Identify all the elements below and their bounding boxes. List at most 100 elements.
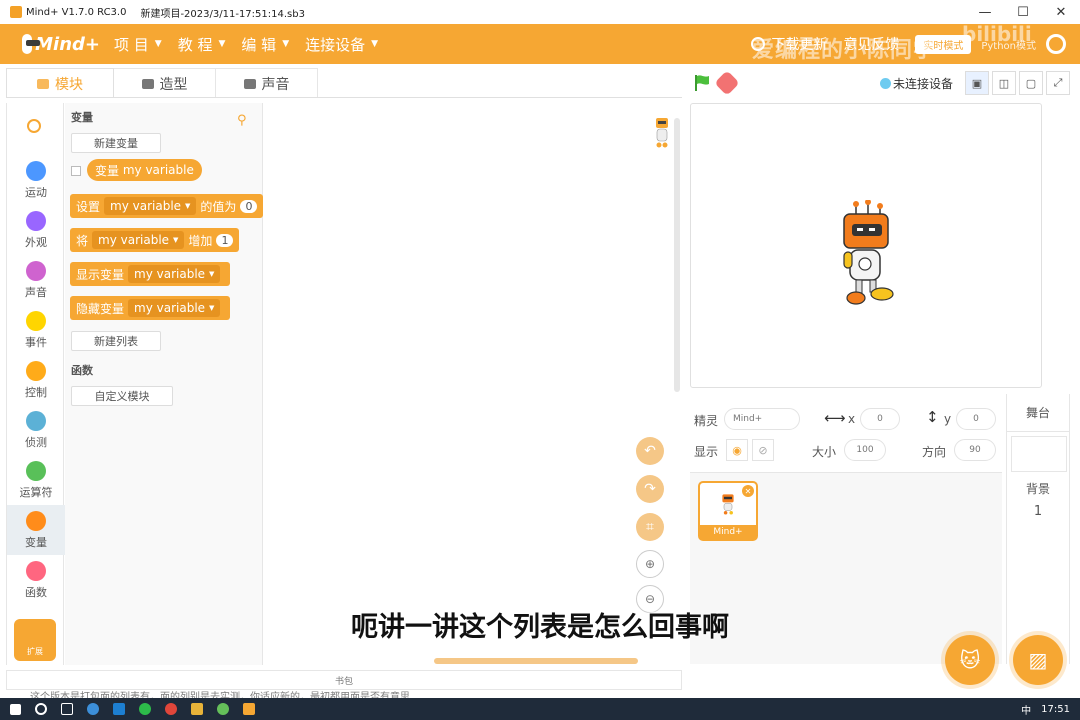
delete-sprite-icon[interactable]: ✕ (742, 485, 754, 497)
search-icon[interactable] (35, 703, 47, 715)
script-vertical-scrollbar[interactable] (674, 118, 680, 392)
menu-edit-label: 编 辑 (241, 35, 277, 54)
connection-status: 未连接设备 (880, 75, 953, 92)
new-variable-button[interactable]: 新建变量 (71, 133, 161, 153)
sprite-thumbnail-icon (722, 494, 734, 515)
menu-project[interactable]: 项 目 ▼ (114, 34, 162, 55)
tab-sounds[interactable]: 声音 (216, 68, 318, 98)
value-input[interactable]: 0 (240, 199, 258, 213)
green-flag-icon[interactable] (693, 74, 711, 92)
mindplus-taskbar-icon[interactable] (243, 703, 255, 715)
editor-tabs: 模块 造型 声音 (6, 68, 318, 98)
caret-down-icon: ▼ (154, 39, 162, 49)
layout-large-stage-icon[interactable]: ▢ (1019, 71, 1043, 95)
palette-section-variables: 变量 (71, 111, 93, 124)
tab-costumes[interactable]: 造型 (114, 68, 216, 98)
category-variables[interactable]: 变量 (7, 505, 65, 555)
sprite-name-label: 精灵 (694, 414, 719, 428)
variable-dropdown[interactable]: my variable ▼ (128, 299, 221, 317)
new-list-button[interactable]: 新建列表 (71, 331, 161, 351)
vertical-arrow-icon: ↕ (926, 408, 939, 426)
undo-icon[interactable]: ↶ (636, 437, 664, 465)
x-input[interactable]: 0 (860, 408, 900, 430)
change-variable-block[interactable]: 将 my variable ▼ 增加 1 (70, 228, 240, 252)
sprite-thumbnail-name: Mind+ (700, 525, 756, 539)
script-area[interactable] (264, 103, 682, 665)
fullscreen-icon[interactable]: ⤢ (1046, 71, 1070, 95)
tab-sounds-label: 声音 (261, 76, 290, 93)
crop-icon[interactable]: ⌗ (636, 513, 664, 541)
y-input[interactable]: 0 (956, 408, 996, 430)
stage-layout-buttons: ▣ ◫ ▢ ⤢ (962, 71, 1070, 95)
variable-dropdown[interactable]: my variable ▼ (104, 197, 197, 215)
search-icon[interactable] (27, 119, 41, 133)
category-operators[interactable]: 运算符 (7, 455, 65, 505)
reporter-var-name: my variable (122, 163, 194, 177)
show-sprite-eye-icon[interactable]: ◉ (726, 439, 748, 461)
tray-clock[interactable]: 17:51 (1041, 704, 1070, 715)
category-events[interactable]: 事件 (7, 305, 65, 355)
file-explorer-icon[interactable] (191, 703, 203, 715)
edge-icon[interactable] (113, 703, 125, 715)
pin-icon[interactable]: ⚲ (237, 113, 249, 128)
menu-connect-device[interactable]: 连接设备 ▼ (305, 34, 378, 55)
category-dot-icon (26, 311, 46, 331)
layout-small-stage-icon[interactable]: ▣ (965, 71, 989, 95)
zoom-in-icon[interactable]: ⊕ (636, 550, 664, 578)
variable-dropdown[interactable]: my variable ▼ (128, 265, 221, 283)
windows-taskbar: 中 17:51 (0, 698, 1080, 720)
layout-normal-stage-icon[interactable]: ◫ (992, 71, 1016, 95)
custom-block-button[interactable]: 自定义模块 (71, 386, 173, 406)
wechat-icon[interactable] (139, 703, 151, 715)
script-horizontal-scrollbar[interactable] (434, 658, 638, 664)
sprite-thumbnail[interactable]: ✕ Mind+ (698, 481, 758, 541)
variable-monitor-checkbox[interactable] (71, 166, 81, 176)
category-label: 运算符 (19, 486, 53, 499)
system-tray: 中 17:51 (1011, 698, 1070, 720)
backpack-bar[interactable]: 书包 (6, 670, 682, 690)
category-dot-icon (26, 461, 46, 481)
stage-thumbnail[interactable] (1011, 436, 1067, 472)
change-block-middle: 增加 (188, 233, 213, 248)
redo-icon[interactable]: ↷ (636, 475, 664, 503)
category-control[interactable]: 控制 (7, 355, 65, 405)
tab-blocks[interactable]: 模块 (6, 68, 114, 98)
sprite-name-input[interactable]: Mind+ (724, 408, 800, 430)
close-button[interactable]: ✕ (1042, 0, 1080, 24)
mindplus-robot-sprite[interactable] (838, 200, 896, 306)
category-looks[interactable]: 外观 (7, 205, 65, 255)
category-motion[interactable]: 运动 (7, 155, 65, 205)
app-icon[interactable] (217, 703, 229, 715)
robot-logo-icon (22, 34, 41, 54)
chrome-icon[interactable] (165, 703, 177, 715)
size-input[interactable]: 100 (844, 439, 886, 461)
gear-icon[interactable] (1046, 34, 1066, 54)
hide-sprite-eye-icon[interactable]: ⊘ (752, 439, 774, 461)
hide-variable-block[interactable]: 隐藏变量 my variable ▼ (70, 296, 231, 320)
logo-text: Mind+ (35, 33, 100, 55)
tabs-divider (6, 97, 682, 98)
tray-ime[interactable]: 中 (1021, 702, 1031, 717)
variable-dropdown[interactable]: my variable ▼ (92, 231, 185, 249)
category-dot-icon (26, 261, 46, 281)
category-dot-icon (26, 361, 46, 381)
category-label: 运动 (25, 186, 47, 199)
category-menu: 运动 外观 声音 事件 控制 侦测 运算符 变量 函数 扩展 (6, 103, 65, 665)
category-sound[interactable]: 声音 (7, 255, 65, 305)
network-browser-icon[interactable] (87, 703, 99, 715)
category-sensing[interactable]: 侦测 (7, 405, 65, 455)
set-variable-block[interactable]: 设置 my variable ▼ 的值为 0 (70, 194, 264, 218)
menu-tutorial[interactable]: 教 程 ▼ (178, 34, 226, 55)
minimize-button[interactable]: — (966, 0, 1004, 24)
category-functions[interactable]: 函数 (7, 555, 65, 605)
extension-label: 扩展 (27, 647, 43, 656)
maximize-button[interactable]: ☐ (1004, 0, 1042, 24)
windows-start-icon[interactable] (10, 703, 21, 715)
task-view-icon[interactable] (61, 703, 73, 715)
variable-reporter-block[interactable]: 变量 my variable (87, 159, 202, 181)
value-input[interactable]: 1 (216, 233, 234, 247)
connection-dot-icon (880, 78, 891, 89)
menu-edit[interactable]: 编 辑 ▼ (241, 34, 289, 55)
direction-input[interactable]: 90 (954, 439, 996, 461)
show-variable-block[interactable]: 显示变量 my variable ▼ (70, 262, 231, 286)
